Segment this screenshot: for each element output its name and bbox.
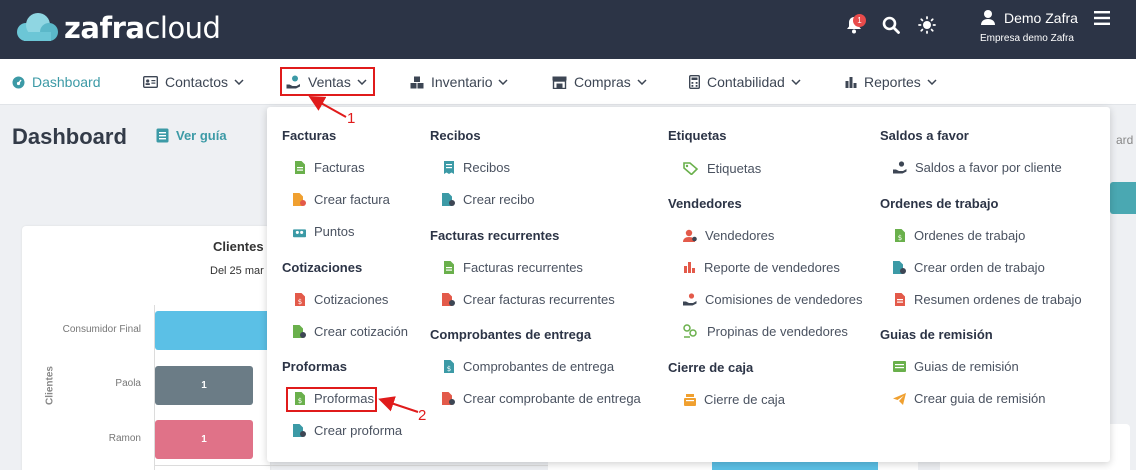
annotation-arrow-1 <box>308 96 347 118</box>
annotation-arrow-2 <box>378 396 419 413</box>
annotation-arrows <box>308 96 419 413</box>
annotation-step-1: 1 <box>347 110 356 127</box>
annotation-step-2: 2 <box>418 407 427 424</box>
